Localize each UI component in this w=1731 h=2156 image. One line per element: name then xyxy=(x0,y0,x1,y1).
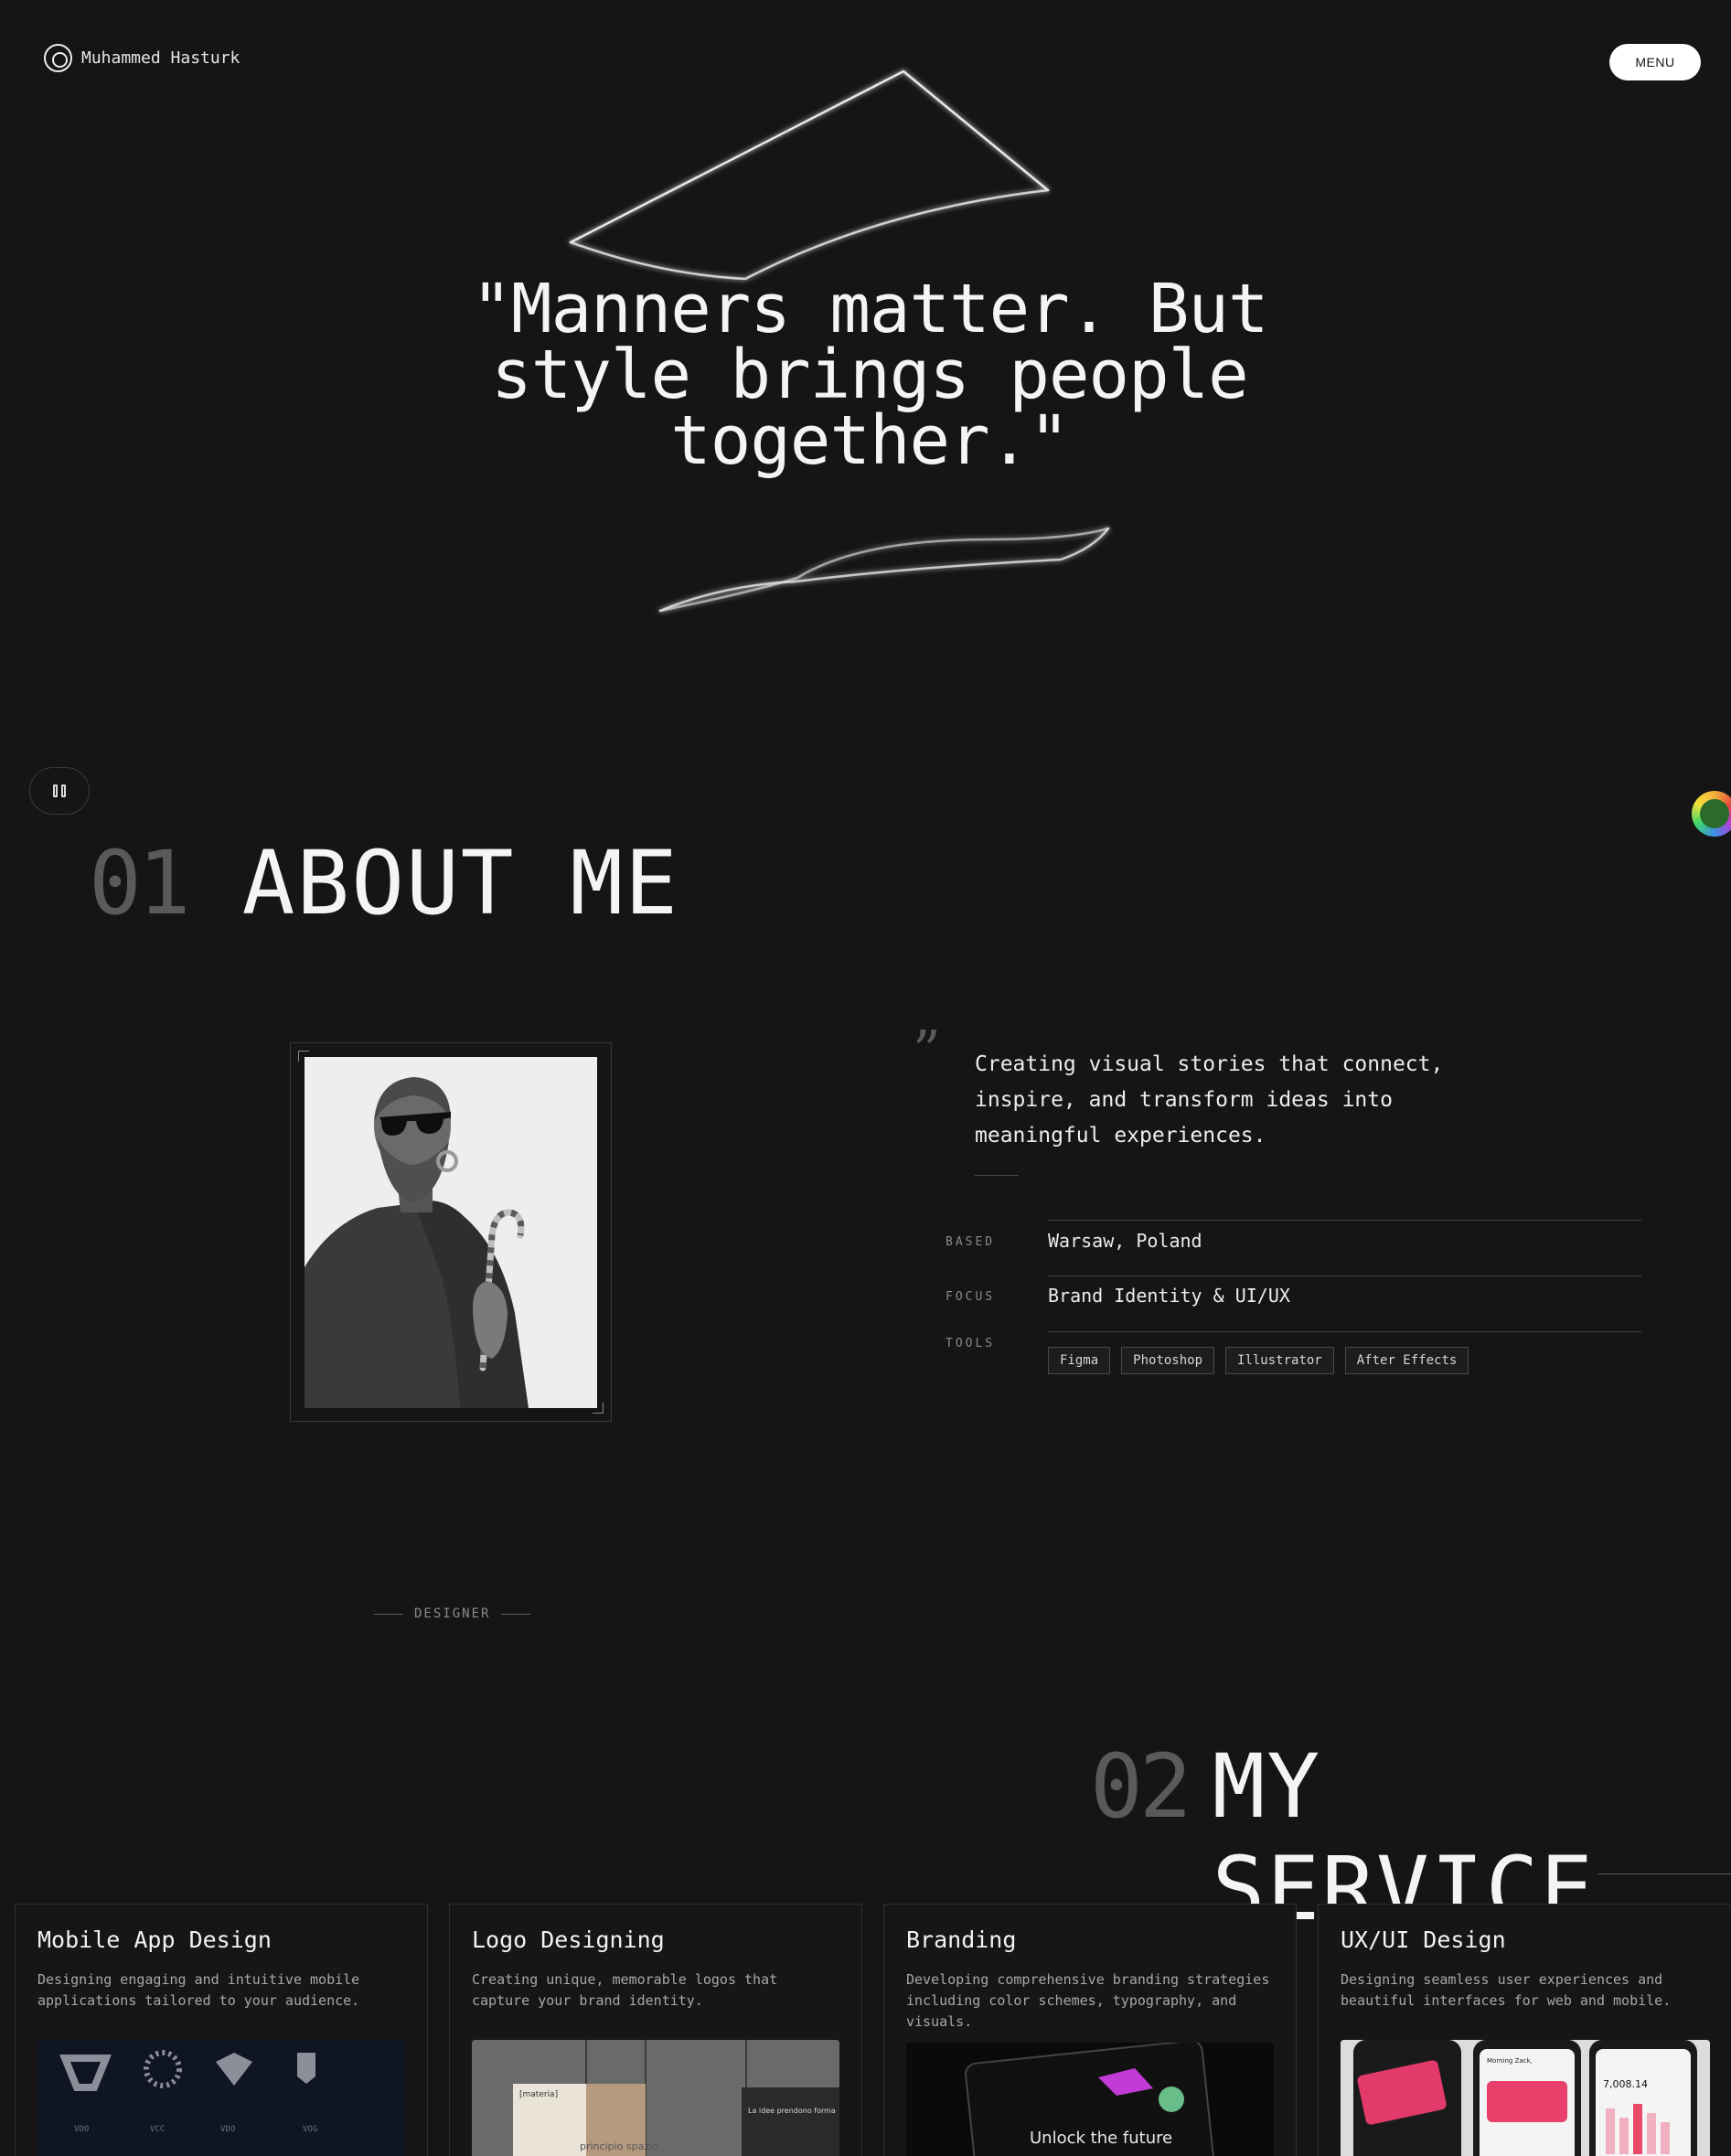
divider xyxy=(1048,1220,1642,1221)
card-title: Mobile App Design xyxy=(37,1927,272,1953)
portrait-frame xyxy=(290,1042,612,1422)
about-heading: 01 ABOUT ME xyxy=(89,832,679,934)
card-title: Branding xyxy=(906,1927,1017,1953)
image-text: principio spazio xyxy=(580,2140,658,2152)
brand-mark-text: VOG xyxy=(303,2125,317,2134)
service-card-ux-ui[interactable]: UX/UI Design Designing seamless user exp… xyxy=(1318,1904,1731,2156)
tools-label: TOOLS xyxy=(946,1337,996,1350)
tool-tag: Figma xyxy=(1048,1347,1111,1374)
service-card-logo[interactable]: Logo Designing Creating unique, memorabl… xyxy=(449,1904,862,2156)
divider xyxy=(1048,1275,1642,1276)
card-title: UX/UI Design xyxy=(1341,1927,1506,1953)
brand-mark-text: VDO xyxy=(74,2125,89,2134)
image-text: La idee prendono forma xyxy=(748,2107,836,2115)
brand-mark-text: VCC xyxy=(150,2125,165,2134)
service-card-branding[interactable]: Branding Developing comprehensive brandi… xyxy=(883,1904,1297,2156)
divider xyxy=(1598,1873,1731,1874)
tool-tag: Photoshop xyxy=(1121,1347,1215,1374)
hero-quote: "Manners matter. But style brings people… xyxy=(471,270,1268,480)
quote-mark-icon: ” xyxy=(913,1019,941,1083)
divider xyxy=(1048,1331,1642,1332)
about-title: ABOUT ME xyxy=(241,832,679,934)
image-text: 7,008.14 xyxy=(1603,2078,1648,2090)
about-number: 01 xyxy=(89,832,191,934)
service-card-mobile-app[interactable]: Mobile App Design Designing engaging and… xyxy=(15,1904,428,2156)
card-description: Developing comprehensive branding strate… xyxy=(906,1971,1270,2030)
image-text: [materia] xyxy=(519,2090,558,2099)
card-description: Creating unique, memorable logos that ca… xyxy=(472,1971,778,2009)
based-label: BASED xyxy=(946,1235,996,1249)
designer-label: DESIGNER xyxy=(374,1606,531,1621)
color-wheel-icon[interactable] xyxy=(1692,791,1731,837)
divider xyxy=(975,1175,1019,1176)
portrait-image xyxy=(305,1057,597,1408)
tool-tag: After Effects xyxy=(1344,1347,1469,1374)
image-text: Morning Zack, xyxy=(1487,2057,1533,2065)
about-statement: Creating visual stories that connect, in… xyxy=(975,1052,1444,1147)
focus-value: Brand Identity & UI/UX xyxy=(1048,1285,1290,1307)
tool-tag: Illustrator xyxy=(1225,1347,1334,1374)
card-image: Unlock the future xyxy=(906,2043,1274,2156)
brand-mark-text: VDO xyxy=(220,2125,235,2134)
pause-button[interactable] xyxy=(29,767,90,815)
image-text: Unlock the future xyxy=(1030,2129,1172,2148)
card-description: Designing engaging and intuitive mobile … xyxy=(37,1971,360,2009)
pause-icon xyxy=(53,784,58,797)
card-title: Logo Designing xyxy=(472,1927,665,1953)
card-description: Designing seamless user experiences and … xyxy=(1341,1971,1672,2009)
based-value: Warsaw, Poland xyxy=(1048,1230,1202,1252)
services-number: 02 xyxy=(1090,1735,1192,1838)
frame-corner xyxy=(593,1403,604,1414)
card-image: Morning Zack, 7,008.14 xyxy=(1341,2040,1710,2156)
card-image: VDO VCC VDO VOG xyxy=(37,2040,405,2156)
tools-tags: Figma Photoshop Illustrator After Effect… xyxy=(1048,1347,1469,1374)
focus-label: FOCUS xyxy=(946,1290,996,1304)
card-image: [materia] principio spazio La idee prend… xyxy=(472,2040,839,2156)
